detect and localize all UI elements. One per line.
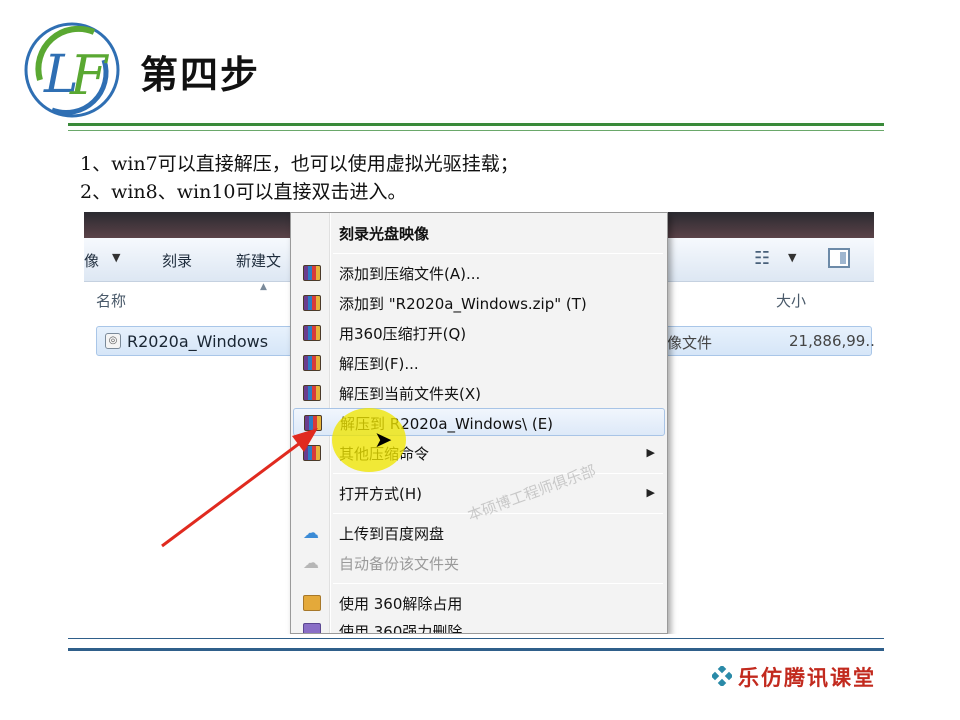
brand-diamond-icon: [712, 666, 732, 686]
menu-item-burn-image[interactable]: 刻录光盘映像: [293, 219, 665, 247]
lf-logo: L F: [24, 22, 120, 118]
winrar-icon: [303, 265, 321, 281]
chevron-down-icon[interactable]: ▼: [788, 251, 796, 264]
file-size: 21,886,99...: [789, 332, 874, 350]
menu-item-extract-to[interactable]: 解压到(F)...: [293, 349, 665, 377]
instruction-line-2: 2、win8、win10可以直接双击进入。: [80, 181, 407, 203]
instructions: 1、win7可以直接解压，也可以使用虚拟光驱挂载； 2、win8、win10可以…: [80, 150, 519, 206]
winrar-icon: [303, 295, 321, 311]
toolbar-organize[interactable]: 像: [84, 250, 99, 271]
menu-item-label: 刻录光盘映像: [339, 225, 430, 243]
toolbar-burn[interactable]: 刻录: [162, 250, 192, 271]
menu-item-label: 使用 360解除占用: [339, 595, 463, 613]
svg-text:F: F: [69, 44, 110, 107]
unlock-folder-icon: [303, 595, 321, 611]
menu-item-open-with-360zip[interactable]: 用360压缩打开(Q): [293, 319, 665, 347]
disc-image-icon: ◎: [105, 333, 121, 349]
footer-divider-thin: [68, 638, 884, 639]
mouse-cursor-icon: ➤: [374, 428, 393, 453]
menu-item-label: 添加到 "R2020a_Windows.zip" (T): [339, 295, 587, 313]
menu-separator: [333, 473, 663, 474]
menu-item-upload-baidu[interactable]: ☁ 上传到百度网盘: [293, 519, 665, 547]
sort-up-icon: ▲: [260, 282, 267, 292]
winrar-icon: [303, 445, 321, 461]
menu-item-360-unlock[interactable]: 使用 360解除占用: [293, 589, 665, 617]
cursor-highlight: [332, 408, 406, 472]
menu-item-add-to-archive[interactable]: 添加到压缩文件(A)...: [293, 259, 665, 287]
header-divider-thin: [68, 130, 884, 131]
file-type: 像文件: [667, 334, 713, 352]
menu-item-label: 自动备份该文件夹: [339, 555, 460, 573]
winrar-icon: [304, 415, 322, 431]
menu-item-extract-here[interactable]: 解压到当前文件夹(X): [293, 379, 665, 407]
file-name: R2020a_Windows: [127, 332, 269, 351]
winrar-icon: [303, 385, 321, 401]
column-header-name[interactable]: 名称: [96, 290, 126, 311]
menu-separator: [333, 253, 663, 254]
menu-item-360-force-delete[interactable]: 使用 360强力删除: [293, 617, 665, 634]
toolbar-new-folder[interactable]: 新建文: [236, 250, 281, 271]
cloud-upload-icon: ☁: [303, 523, 319, 542]
instruction-line-1: 1、win7可以直接解压，也可以使用虚拟光驱挂载；: [80, 153, 519, 175]
menu-item-label: 打开方式(H): [339, 485, 422, 503]
menu-separator: [333, 583, 663, 584]
footer-brand: 乐仿腾讯课堂: [738, 665, 876, 690]
explorer-screenshot: 像 ▼ 刻录 新建文 ☷ ▼ 名称 ▲ 大小 ◎ R2020a_Windows …: [84, 212, 874, 634]
header-divider: [68, 123, 884, 126]
slide-title: 第四步: [140, 53, 261, 97]
menu-item-label: 解压到(F)...: [339, 355, 419, 373]
menu-item-auto-backup[interactable]: ☁ 自动备份该文件夹: [293, 549, 665, 577]
preview-pane-icon[interactable]: [828, 248, 850, 268]
column-header-size[interactable]: 大小: [776, 290, 806, 311]
force-delete-icon: [303, 623, 321, 633]
footer-divider: [68, 648, 884, 651]
menu-item-add-to-zip[interactable]: 添加到 "R2020a_Windows.zip" (T): [293, 289, 665, 317]
submenu-arrow-icon: ▶: [646, 446, 655, 459]
chevron-down-icon[interactable]: ▼: [112, 251, 120, 264]
winrar-icon: [303, 325, 321, 341]
submenu-arrow-icon: ▶: [646, 486, 655, 499]
menu-item-label: 添加到压缩文件(A)...: [339, 265, 481, 283]
view-options-icon[interactable]: ☷: [754, 248, 770, 269]
winrar-icon: [303, 355, 321, 371]
menu-item-label: 解压到当前文件夹(X): [339, 385, 481, 403]
menu-item-label: 使用 360强力删除: [339, 623, 463, 634]
cloud-backup-icon: ☁: [303, 553, 319, 572]
menu-item-label: 用360压缩打开(Q): [339, 325, 467, 343]
menu-item-label: 上传到百度网盘: [339, 525, 445, 543]
